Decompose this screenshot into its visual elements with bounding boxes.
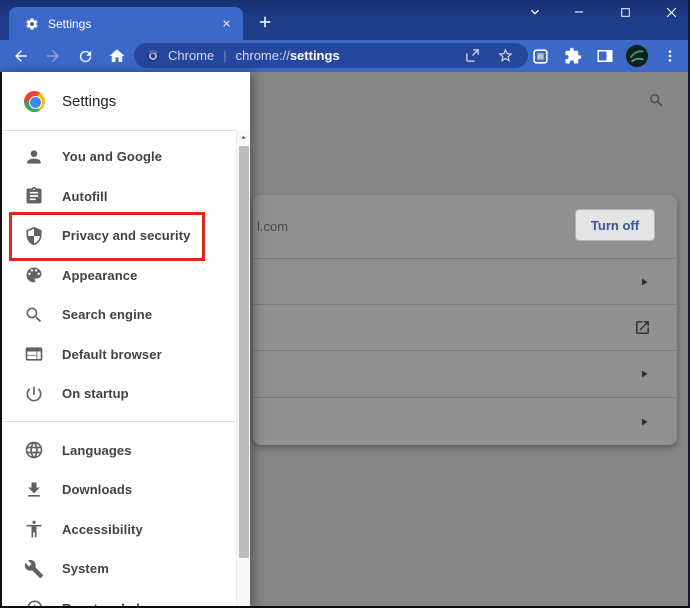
sidebar-item-search-engine[interactable]: Search engine [0,295,236,335]
scrollbar-up-arrow-icon[interactable] [237,130,250,145]
site-label: Chrome [168,48,215,63]
sidebar-item-appearance[interactable]: Appearance [0,256,236,296]
account-email-fragment: l.com [257,219,289,234]
toolbar: Chrome | chrome://settings [0,40,690,72]
settings-content-scrim: l.com Turn off [250,72,690,608]
home-icon[interactable] [106,45,128,67]
address-bar[interactable]: Chrome | chrome://settings [134,43,528,68]
chevron-right-icon [638,276,648,288]
scrollbar-thumb[interactable] [238,146,249,558]
maximize-icon[interactable] [614,1,636,23]
divider [0,420,236,422]
globe-icon [24,440,44,460]
shield-icon [24,226,44,246]
screenshot-icon[interactable] [530,46,551,67]
kebab-menu-icon[interactable] [659,46,680,67]
sidebar-item-languages[interactable]: Languages [0,431,236,471]
forward-icon[interactable] [42,45,64,67]
extensions-puzzle-icon[interactable] [562,46,583,67]
minimize-icon[interactable] [568,1,590,23]
url-scheme: chrome:// [235,48,290,63]
url-path: settings [289,48,340,63]
turn-off-button[interactable]: Turn off [575,209,655,241]
close-icon[interactable] [660,1,682,23]
accessibility-icon [24,519,44,539]
drawer-title: Settings [62,92,117,110]
settings-link-row[interactable] [253,350,677,397]
chrome-grayscale-logo-icon [146,49,160,63]
power-icon [24,384,44,404]
sidebar-item-privacy-and-security[interactable]: Privacy and security [0,216,236,256]
back-icon[interactable] [10,45,32,67]
url-separator: | [223,48,227,63]
share-icon[interactable] [464,47,481,64]
chevron-right-icon [638,416,648,428]
download-icon [24,480,44,500]
settings-card: l.com Turn off [253,195,677,445]
drawer-scrollbar[interactable] [236,130,250,608]
chevron-right-icon [638,368,648,380]
reload-icon[interactable] [74,45,96,67]
settings-link-row[interactable] [253,258,677,304]
tab-title: Settings [48,16,92,31]
settings-link-row[interactable] [253,397,677,445]
new-tab-icon[interactable] [255,12,275,32]
sidebar-item-default-browser[interactable]: Default browser [0,335,236,375]
sidebar-item-autofill[interactable]: Autofill [0,177,236,217]
window-frame [0,72,2,608]
gear-icon [25,17,39,31]
side-panel-icon[interactable] [594,46,615,67]
titlebar: Settings [0,0,690,40]
tab-settings[interactable]: Settings [9,7,243,40]
settings-drawer: Settings You and Google Autofill Privacy… [0,72,250,608]
sidebar-item-accessibility[interactable]: Accessibility [0,510,236,550]
chrome-logo [24,90,45,112]
tab-search-chevron-icon[interactable] [524,1,546,23]
sidebar-item-you-and-google[interactable]: You and Google [0,137,236,177]
divider [0,130,250,131]
search-icon[interactable] [648,92,665,109]
sidebar-item-on-startup[interactable]: On startup [0,374,236,414]
open-in-new-icon [634,319,651,336]
sidebar-item-downloads[interactable]: Downloads [0,470,236,510]
sidebar-item-system[interactable]: System [0,549,236,589]
profile-avatar[interactable] [626,45,648,67]
autofill-icon [24,186,44,206]
search-icon [24,305,44,325]
tab-close-icon[interactable] [219,16,233,30]
bookmark-star-icon[interactable] [497,47,514,64]
sync-account-row: l.com Turn off [253,195,677,258]
settings-menu: You and Google Autofill Privacy and secu… [0,137,236,608]
palette-icon [24,265,44,285]
wrench-icon [24,559,44,579]
external-link-row[interactable] [253,304,677,350]
person-icon [24,147,44,167]
browser-window-icon [24,344,44,364]
drawer-header: Settings [0,72,250,130]
